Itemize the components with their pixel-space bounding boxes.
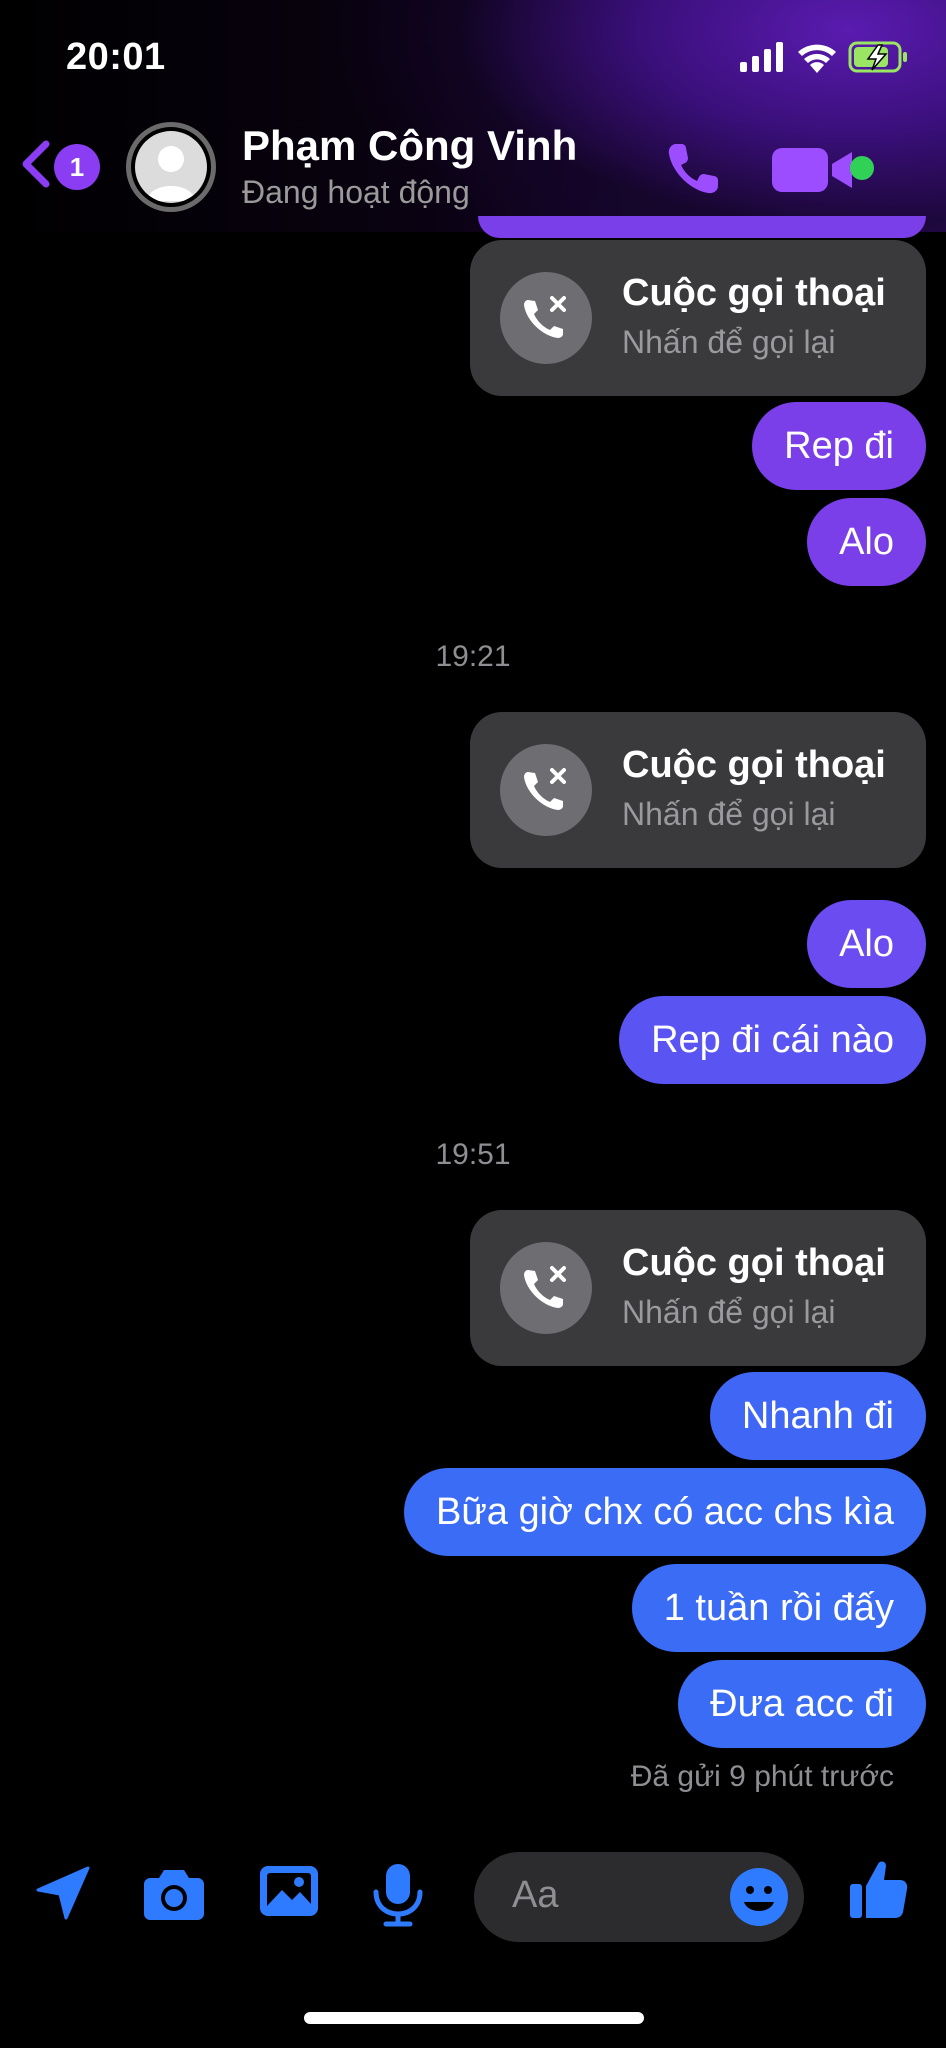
camera-icon[interactable] bbox=[142, 1862, 206, 1924]
signal-icon bbox=[740, 42, 783, 72]
call-subtitle: Nhấn để gọi lại bbox=[622, 796, 836, 832]
missed-call-icon bbox=[500, 272, 592, 364]
timestamp: 19:21 bbox=[435, 640, 511, 673]
call-subtitle: Nhấn để gọi lại bbox=[622, 1294, 836, 1330]
missed-call-card[interactable]: Cuộc gọi thoại Nhấn để gọi lại bbox=[470, 1210, 926, 1366]
message-bubble[interactable]: Rep đi cái nào bbox=[619, 996, 926, 1084]
previous-message-bubble bbox=[478, 216, 926, 238]
message-bubble[interactable]: 1 tuần rồi đấy bbox=[631, 1564, 926, 1652]
call-title: Cuộc gọi thoại bbox=[622, 744, 886, 786]
avatar[interactable] bbox=[126, 122, 216, 212]
online-status-dot bbox=[850, 156, 874, 180]
location-arrow-icon[interactable] bbox=[32, 1862, 94, 1924]
sent-status: Đã gửi 9 phút trước bbox=[630, 1760, 894, 1793]
message-bubble[interactable]: Alo bbox=[807, 900, 926, 988]
phone-icon[interactable] bbox=[662, 138, 724, 200]
message-input-placeholder: Aa bbox=[512, 1874, 559, 1916]
microphone-icon[interactable] bbox=[370, 1862, 426, 1928]
emoji-icon[interactable] bbox=[728, 1866, 790, 1928]
contact-name[interactable]: Phạm Công Vinh bbox=[242, 122, 577, 170]
thumbs-up-icon[interactable] bbox=[848, 1856, 910, 1922]
message-bubble[interactable]: Nhanh đi bbox=[709, 1372, 926, 1460]
call-title: Cuộc gọi thoại bbox=[622, 1242, 886, 1284]
contact-status: Đang hoạt động bbox=[242, 174, 470, 210]
message-input[interactable]: Aa bbox=[474, 1852, 804, 1942]
status-time: 20:01 bbox=[66, 36, 166, 78]
battery-icon bbox=[848, 41, 907, 73]
missed-call-card[interactable]: Cuộc gọi thoại Nhấn để gọi lại bbox=[470, 712, 926, 868]
message-bubble[interactable]: Alo bbox=[807, 498, 926, 586]
message-bubble[interactable]: Bữa giờ chx có acc chs kìa bbox=[404, 1468, 926, 1556]
missed-call-card[interactable]: Cuộc gọi thoại Nhấn để gọi lại bbox=[470, 240, 926, 396]
call-title: Cuộc gọi thoại bbox=[622, 272, 886, 314]
wifi-icon bbox=[798, 44, 836, 73]
missed-call-icon bbox=[500, 1242, 592, 1334]
unread-badge[interactable]: 1 bbox=[54, 144, 100, 190]
message-bubble[interactable]: Đưa acc đi bbox=[678, 1660, 926, 1748]
back-chevron-icon[interactable] bbox=[18, 140, 52, 188]
image-icon[interactable] bbox=[258, 1862, 320, 1922]
video-camera-icon[interactable] bbox=[770, 140, 862, 200]
message-bubble[interactable]: Rep đi bbox=[752, 402, 926, 490]
missed-call-icon bbox=[500, 744, 592, 836]
timestamp: 19:51 bbox=[435, 1138, 511, 1171]
call-subtitle: Nhấn để gọi lại bbox=[622, 324, 836, 360]
avatar-placeholder-icon bbox=[135, 131, 207, 203]
home-indicator bbox=[304, 2012, 644, 2024]
